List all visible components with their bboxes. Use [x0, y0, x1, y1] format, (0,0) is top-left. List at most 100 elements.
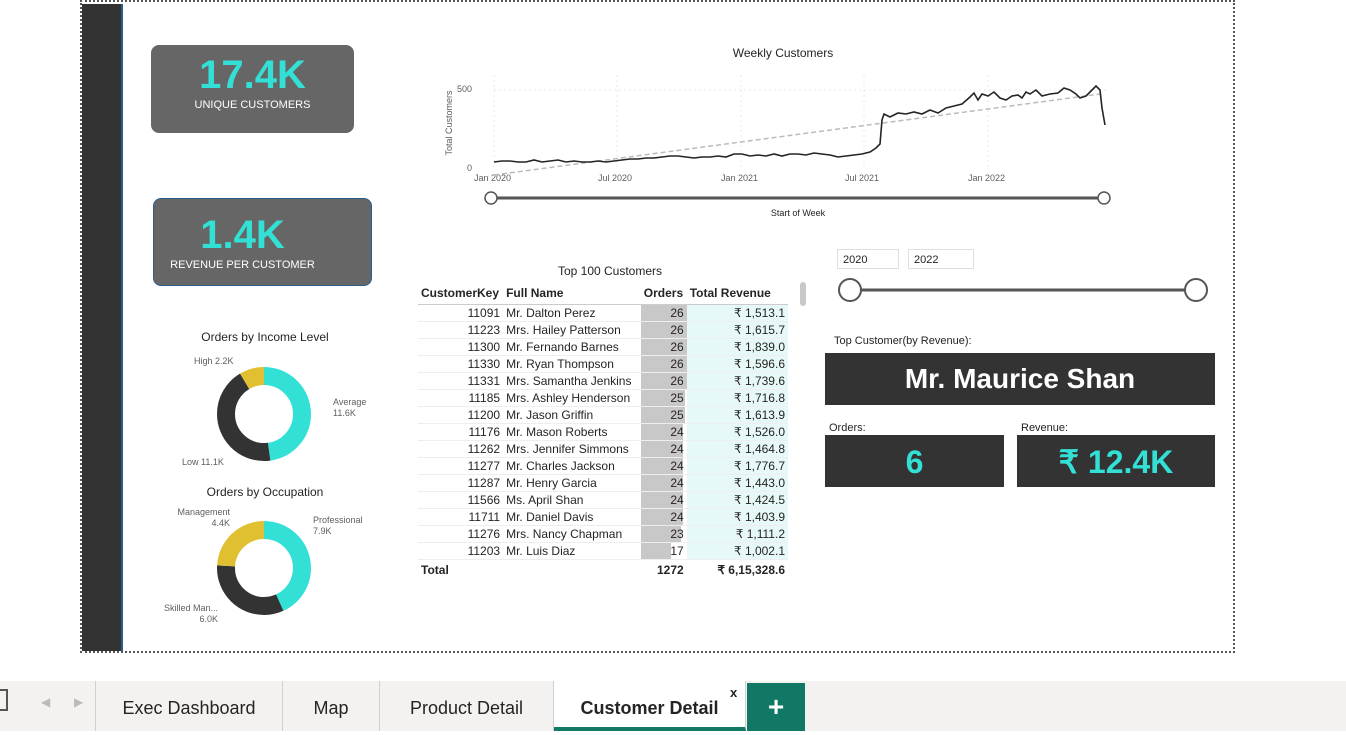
top-customer-label: Top Customer(by Revenue):	[834, 335, 972, 347]
weekly-customers-line-chart	[484, 75, 1111, 205]
cell-orders: 25	[640, 406, 687, 424]
top-customer-orders-value: 6	[825, 435, 1004, 487]
table-row[interactable]: 11203 Mr. Luis Diaz 17 ₹ 1,002.1	[418, 542, 788, 560]
cell-fullname: Mr. Ryan Thompson	[503, 355, 641, 373]
year-to-input[interactable]: 2022	[908, 249, 974, 269]
cell-orders: 26	[640, 304, 687, 322]
cell-total-revenue: ₹ 1,716.8	[686, 389, 788, 407]
tab-map[interactable]: Map	[283, 681, 380, 731]
table-row[interactable]: 11276 Mrs. Nancy Chapman 23 ₹ 1,111.2	[418, 525, 788, 543]
table-total-row: Total 1272 ₹ 6,15,328.6	[418, 559, 788, 580]
table-row[interactable]: 11566 Ms. April Shan 24 ₹ 1,424.5	[418, 491, 788, 509]
table-row[interactable]: 11176 Mr. Mason Roberts 24 ₹ 1,526.0	[418, 423, 788, 441]
table-row[interactable]: 11711 Mr. Daniel Davis 24 ₹ 1,403.9	[418, 508, 788, 526]
income-label-low: Low 11.1K	[182, 457, 224, 467]
year-slider-end-handle	[1184, 278, 1208, 302]
table-row[interactable]: 11262 Mrs. Jennifer Simmons 24 ₹ 1,464.8	[418, 440, 788, 458]
total-orders: 1272	[640, 559, 687, 580]
tab-customer-detail[interactable]: Customer Detail	[554, 681, 746, 731]
scroll-left-icon[interactable]: ◀	[41, 695, 50, 709]
page-icon[interactable]	[0, 689, 8, 711]
cell-orders: 26	[640, 321, 687, 339]
cell-orders: 17	[640, 542, 687, 560]
top-customer-revenue-value: ₹ 12.4K	[1017, 435, 1215, 487]
col-fullname[interactable]: Full Name	[503, 282, 641, 305]
cell-fullname: Mr. Charles Jackson	[503, 457, 641, 475]
cell-customerkey: 11711	[418, 508, 504, 526]
cell-fullname: Mr. Henry Garcia	[503, 474, 641, 492]
table-row[interactable]: 11330 Mr. Ryan Thompson 26 ₹ 1,596.6	[418, 355, 788, 373]
table-row[interactable]: 11185 Mrs. Ashley Henderson 25 ₹ 1,716.8	[418, 389, 788, 407]
col-total-revenue[interactable]: Total Revenue	[686, 282, 788, 305]
cell-fullname: Mrs. Hailey Patterson	[503, 321, 641, 339]
cell-total-revenue: ₹ 1,596.6	[686, 355, 788, 373]
total-label: Total	[418, 559, 504, 580]
year-slider[interactable]	[836, 277, 1212, 305]
cell-fullname: Mr. Jason Griffin	[503, 406, 641, 424]
col-customerkey[interactable]: CustomerKey	[418, 282, 504, 305]
table-scrollbar[interactable]	[800, 282, 806, 306]
occupation-label-management: Management 4.4K	[177, 507, 230, 528]
occupation-label-professional: Professional 7.9K	[313, 515, 363, 536]
orders-label: Orders:	[829, 422, 866, 434]
cell-total-revenue: ₹ 1,776.7	[686, 457, 788, 475]
cell-customerkey: 11176	[418, 423, 504, 441]
table-row[interactable]: 11200 Mr. Jason Griffin 25 ₹ 1,613.9	[418, 406, 788, 424]
cell-fullname: Mrs. Ashley Henderson	[503, 389, 641, 407]
cell-customerkey: 11203	[418, 542, 504, 560]
year-slider-start-handle	[838, 278, 862, 302]
cell-customerkey: 11091	[418, 304, 504, 322]
cell-customerkey: 11277	[418, 457, 504, 475]
col-orders[interactable]: Orders	[640, 282, 687, 305]
trend-line	[493, 93, 1101, 176]
cell-orders: 24	[640, 440, 687, 458]
top-customers-table[interactable]: CustomerKey Full Name Orders Total Reven…	[418, 282, 808, 612]
scroll-right-icon[interactable]: ▶	[74, 695, 83, 709]
cell-total-revenue: ₹ 1,613.9	[686, 406, 788, 424]
cell-orders: 24	[640, 508, 687, 526]
cell-orders: 26	[640, 355, 687, 373]
cell-orders: 24	[640, 491, 687, 509]
revenue-per-customer-card: 1.4K REVENUE PER CUSTOMER	[153, 198, 372, 286]
close-tab-icon[interactable]: x	[730, 685, 737, 700]
cell-customerkey: 11276	[418, 525, 504, 543]
cell-customerkey: 11185	[418, 389, 504, 407]
cell-customerkey: 11331	[418, 372, 504, 390]
cell-orders: 24	[640, 457, 687, 475]
occupation-donut-title: Orders by Occupation	[206, 485, 324, 499]
year-from-input[interactable]: 2020	[837, 249, 899, 269]
left-nav-bar	[82, 4, 123, 651]
unique-customers-value: 17.4K	[199, 53, 306, 97]
cell-total-revenue: ₹ 1,739.6	[686, 372, 788, 390]
income-label-average: Average 11.6K	[333, 397, 367, 418]
unique-customers-card: 17.4K UNIQUE CUSTOMERS	[151, 45, 354, 133]
cell-fullname: Mr. Daniel Davis	[503, 508, 641, 526]
table-title: Top 100 Customers	[557, 264, 663, 278]
revenue-per-customer-label: REVENUE PER CUSTOMER	[170, 259, 315, 271]
add-page-button[interactable]: +	[747, 683, 805, 731]
cell-customerkey: 11287	[418, 474, 504, 492]
table-row[interactable]: 11277 Mr. Charles Jackson 24 ₹ 1,776.7	[418, 457, 788, 475]
date-slider-start-handle	[484, 191, 498, 205]
table-row[interactable]: 11300 Mr. Fernando Barnes 26 ₹ 1,839.0	[418, 338, 788, 356]
table-row[interactable]: 11331 Mrs. Samantha Jenkins 26 ₹ 1,739.6	[418, 372, 788, 390]
cell-customerkey: 11200	[418, 406, 504, 424]
cell-total-revenue: ₹ 1,526.0	[686, 423, 788, 441]
unique-customers-label: UNIQUE CUSTOMERS	[194, 99, 311, 111]
cell-total-revenue: ₹ 1,111.2	[686, 525, 788, 543]
cell-fullname: Mr. Mason Roberts	[503, 423, 641, 441]
cell-total-revenue: ₹ 1,424.5	[686, 491, 788, 509]
cell-total-revenue: ₹ 1,002.1	[686, 542, 788, 560]
tab-exec-dashboard[interactable]: Exec Dashboard	[96, 681, 283, 731]
weekly-chart-title: Weekly Customers	[732, 46, 834, 60]
occupation-label-skilled: Skilled Man... 6.0K	[163, 603, 218, 624]
cell-fullname: Mr. Luis Diaz	[503, 542, 641, 560]
table-row[interactable]: 11287 Mr. Henry Garcia 24 ₹ 1,443.0	[418, 474, 788, 492]
cell-customerkey: 11262	[418, 440, 504, 458]
tab-product-detail[interactable]: Product Detail	[380, 681, 554, 731]
cell-orders: 24	[640, 423, 687, 441]
cell-total-revenue: ₹ 1,615.7	[686, 321, 788, 339]
cell-total-revenue: ₹ 1,839.0	[686, 338, 788, 356]
table-row[interactable]: 11091 Mr. Dalton Perez 26 ₹ 1,513.1	[418, 304, 788, 322]
table-row[interactable]: 11223 Mrs. Hailey Patterson 26 ₹ 1,615.7	[418, 321, 788, 339]
